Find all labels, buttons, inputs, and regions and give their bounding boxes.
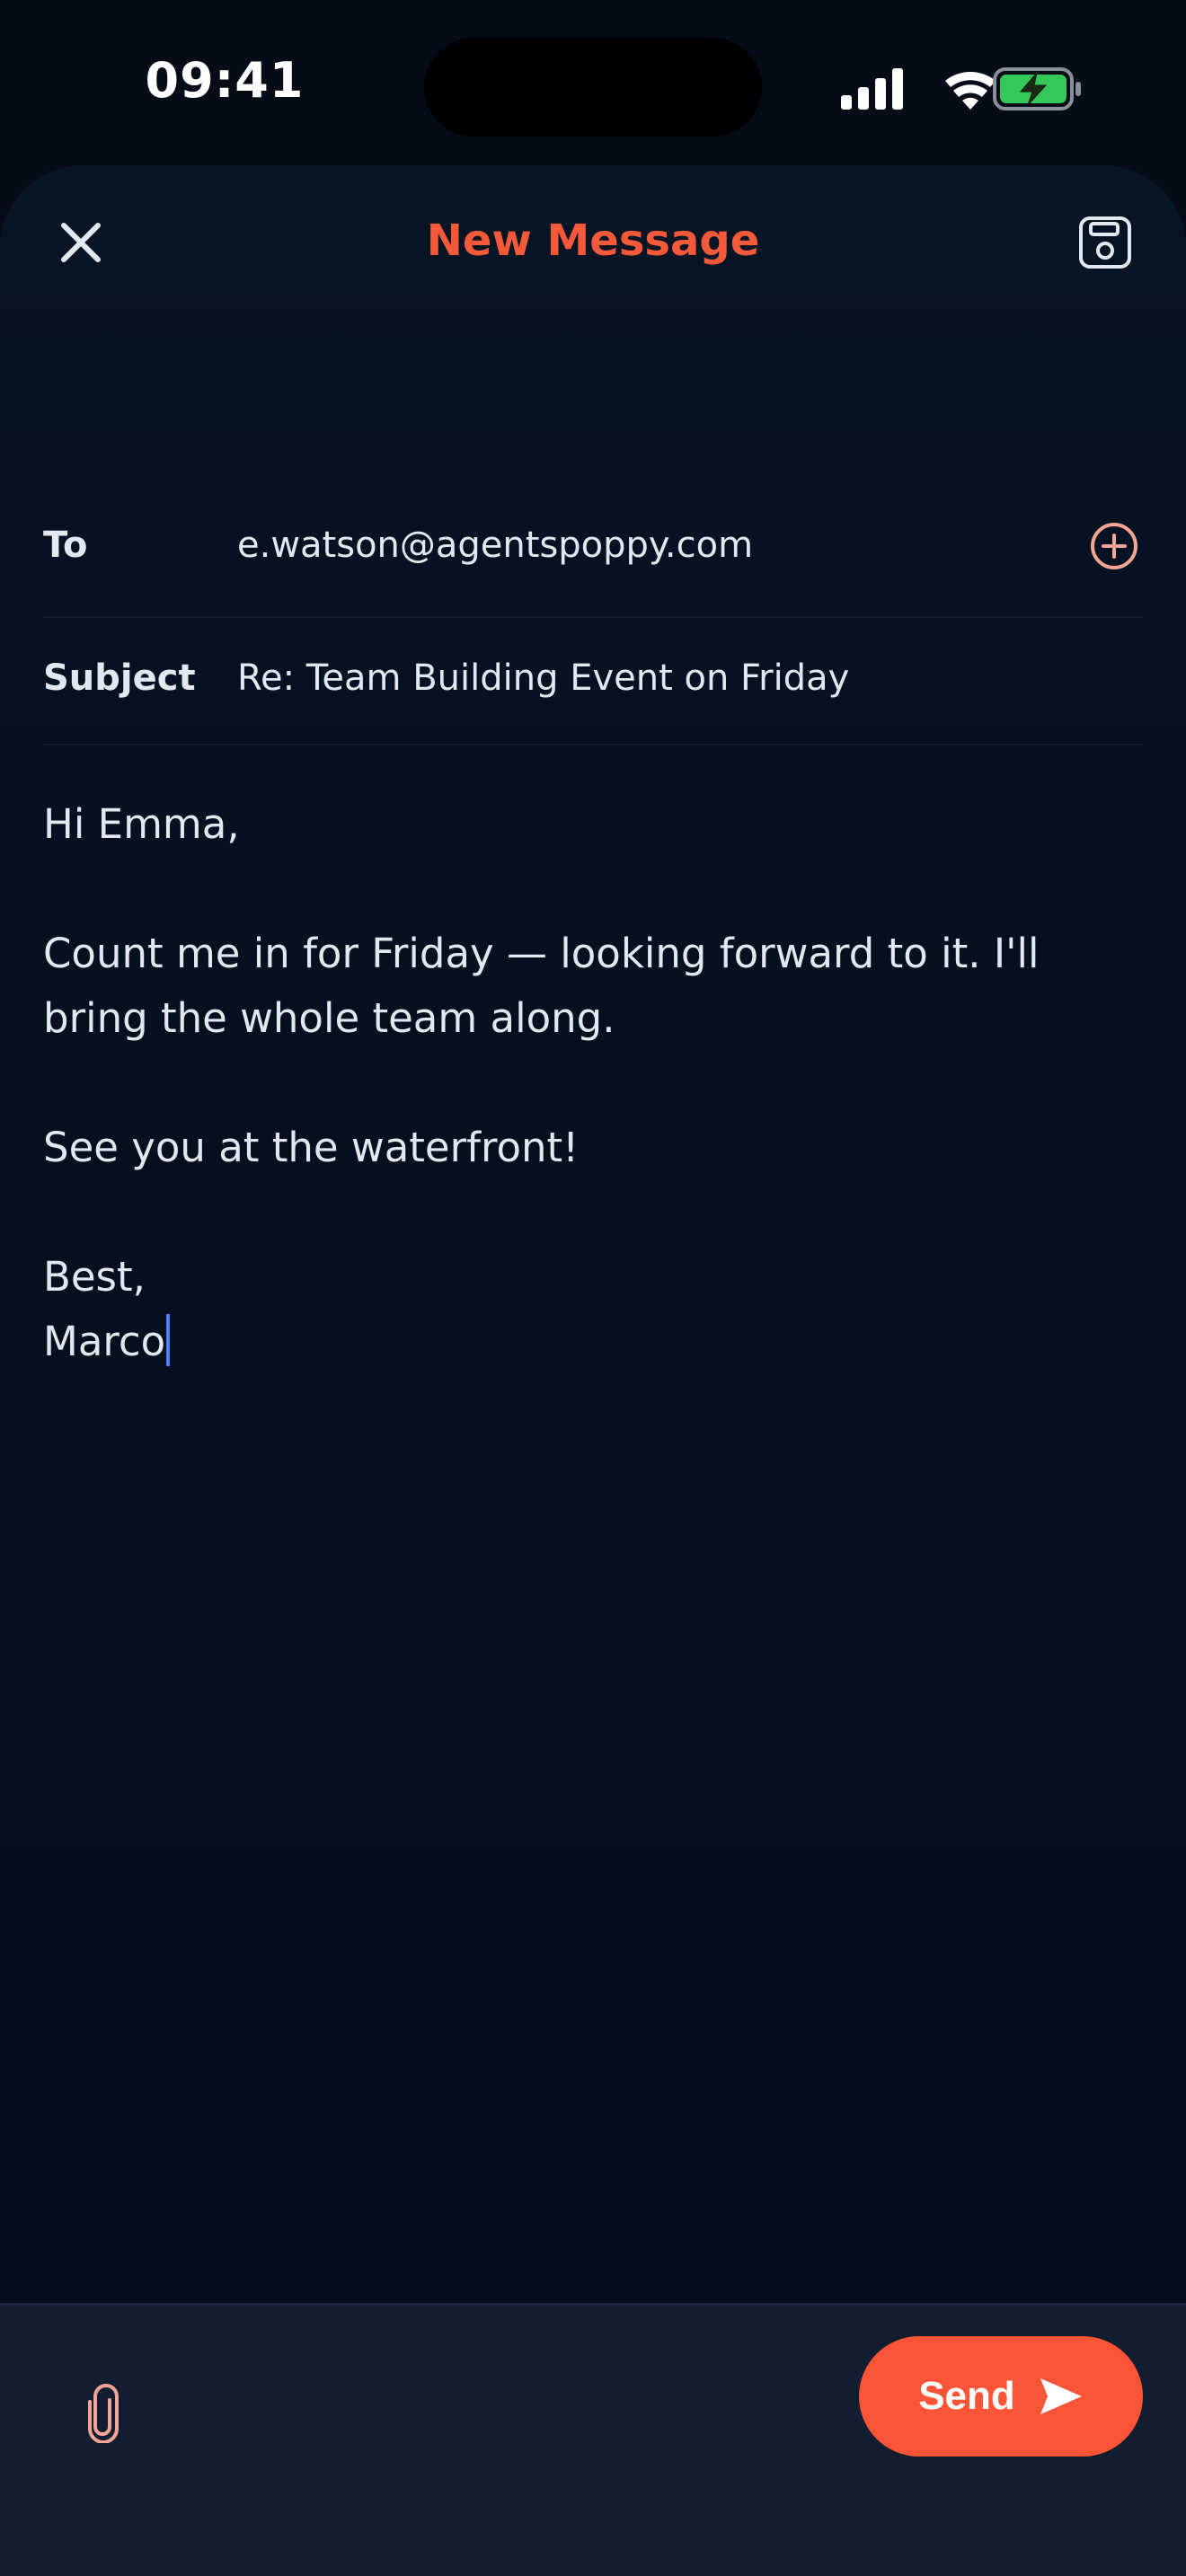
status-icons-svg [841, 67, 1081, 110]
to-input[interactable] [237, 525, 1046, 566]
attach-button[interactable] [72, 2369, 135, 2458]
plus-circle-icon [1091, 523, 1137, 569]
status-time: 09:41 [145, 52, 305, 109]
text-cursor [166, 1314, 171, 1366]
save-draft-icon [1079, 216, 1131, 269]
battery-charging-icon [993, 67, 1081, 110]
dynamic-island [424, 38, 762, 137]
body-signoff: Best, [43, 1253, 146, 1301]
subject-input[interactable] [237, 657, 1046, 699]
to-row: To [43, 487, 1143, 618]
status-bar: 09:41 [0, 0, 1186, 162]
body-paragraph: Count me in for Friday — looking forward… [43, 930, 1040, 1042]
add-recipient-button[interactable] [1087, 519, 1141, 573]
to-label: To [43, 525, 88, 566]
close-button[interactable] [47, 208, 115, 277]
body-signature-line: Marco [43, 1310, 1143, 1374]
cellular-signal-icon [841, 68, 903, 110]
compose-screen: 09:41 New Message To e.watson@agentspopp… [0, 0, 1186, 2576]
send-button[interactable]: Send [859, 2336, 1143, 2457]
wifi-icon [945, 71, 996, 110]
body-greeting: Hi Emma, [43, 800, 240, 848]
bottom-toolbar: Send [0, 2303, 1186, 2576]
subject-row: Subject [43, 618, 1143, 745]
message-body[interactable]: Hi Emma, Count me in for Friday — lookin… [43, 792, 1143, 1374]
page-title: New Message [426, 216, 760, 266]
subject-label: Subject [43, 657, 196, 699]
body-closing-line: See you at the waterfront! [43, 1124, 580, 1171]
send-arrow-icon [1040, 2378, 1082, 2414]
paperclip-icon [88, 2384, 119, 2443]
close-icon [61, 223, 101, 262]
save-draft-button[interactable] [1069, 207, 1141, 278]
send-label: Send [918, 2374, 1015, 2418]
compose-header: New Message [0, 189, 1186, 296]
body-signature: Marco [43, 1318, 166, 1365]
status-icons [836, 63, 1087, 113]
